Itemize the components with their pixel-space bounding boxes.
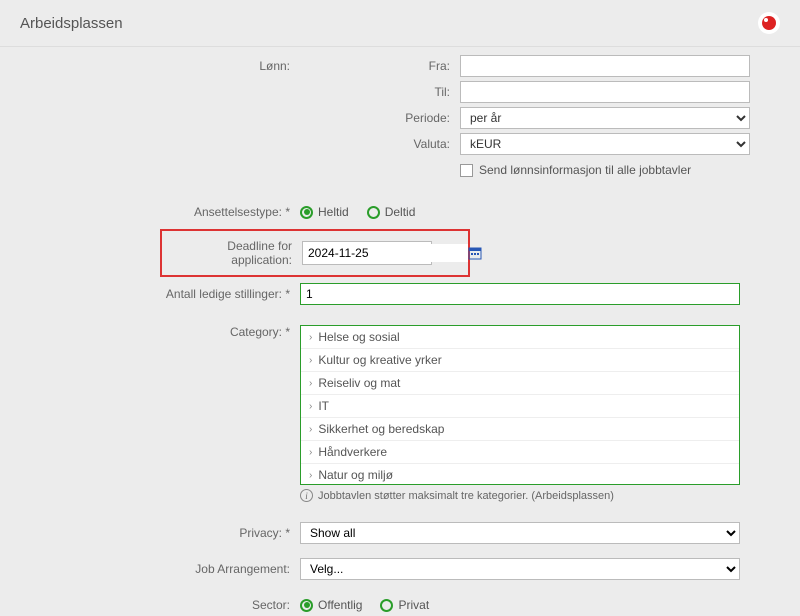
category-item[interactable]: › Natur og miljø bbox=[301, 464, 739, 485]
brand-logo bbox=[758, 12, 780, 34]
chevron-right-icon: › bbox=[309, 355, 312, 366]
category-item[interactable]: › Håndverkere bbox=[301, 441, 739, 464]
employment-parttime-radio[interactable]: Deltid bbox=[367, 205, 416, 219]
salary-send-label: Send lønnsinformasjon til alle jobbtavle… bbox=[479, 163, 691, 177]
deadline-field[interactable] bbox=[302, 241, 432, 265]
salary-from-label: Fra: bbox=[300, 59, 460, 73]
chevron-right-icon: › bbox=[309, 378, 312, 389]
radio-icon bbox=[367, 206, 380, 219]
category-item[interactable]: › Kultur og kreative yrker bbox=[301, 349, 739, 372]
category-info: Jobbtavlen støtter maksimalt tre kategor… bbox=[318, 490, 614, 502]
chevron-right-icon: › bbox=[309, 401, 312, 412]
privacy-select[interactable]: Show all bbox=[300, 522, 740, 544]
category-item-label: Helse og sosial bbox=[318, 330, 399, 344]
category-item-label: Sikkerhet og beredskap bbox=[318, 422, 444, 436]
category-item[interactable]: › Sikkerhet og beredskap bbox=[301, 418, 739, 441]
employment-fulltime-radio[interactable]: Heltid bbox=[300, 205, 349, 219]
salary-from-input[interactable] bbox=[460, 55, 750, 77]
privacy-label: Privacy: * bbox=[30, 526, 300, 540]
radio-icon bbox=[300, 599, 313, 612]
sector-private-radio[interactable]: Privat bbox=[380, 598, 429, 612]
salary-send-checkbox[interactable] bbox=[460, 164, 473, 177]
category-listbox[interactable]: › Helse og sosial › Kultur og kreative yrke… bbox=[300, 325, 740, 485]
vacancies-input[interactable] bbox=[300, 283, 740, 305]
category-item[interactable]: › IT bbox=[301, 395, 739, 418]
sector-label: Sector: bbox=[30, 598, 300, 612]
salary-period-label: Periode: bbox=[300, 111, 460, 125]
page-title: Arbeidsplassen bbox=[20, 15, 123, 32]
page-header: Arbeidsplassen bbox=[0, 0, 800, 47]
deadline-highlight: Deadline for application: bbox=[160, 229, 470, 277]
job-arrangement-select[interactable]: Velg... bbox=[300, 558, 740, 580]
deadline-input[interactable] bbox=[303, 244, 468, 262]
radio-icon bbox=[380, 599, 393, 612]
vacancies-label: Antall ledige stillinger: * bbox=[30, 287, 300, 301]
salary-currency-label: Valuta: bbox=[300, 137, 460, 151]
category-item-label: Natur og miljø bbox=[318, 468, 393, 482]
form-container: Lønn: Fra: Til: Periode: per år Valuta: … bbox=[0, 47, 800, 616]
category-item-label: IT bbox=[318, 399, 329, 413]
category-item[interactable]: › Helse og sosial bbox=[301, 326, 739, 349]
category-label: Category: * bbox=[30, 325, 300, 339]
salary-period-select[interactable]: per år bbox=[460, 107, 750, 129]
radio-icon bbox=[300, 206, 313, 219]
calendar-icon[interactable] bbox=[468, 243, 482, 263]
category-item-label: Reiseliv og mat bbox=[318, 376, 400, 390]
job-arrangement-label: Job Arrangement: bbox=[30, 562, 300, 576]
salary-currency-select[interactable]: kEUR bbox=[460, 133, 750, 155]
chevron-right-icon: › bbox=[309, 470, 312, 481]
chevron-right-icon: › bbox=[309, 424, 312, 435]
salary-to-label: Til: bbox=[300, 85, 460, 99]
info-icon: i bbox=[300, 489, 313, 502]
deadline-label: Deadline for application: bbox=[172, 239, 302, 267]
chevron-right-icon: › bbox=[309, 447, 312, 458]
category-item[interactable]: › Reiseliv og mat bbox=[301, 372, 739, 395]
salary-label: Lønn: bbox=[30, 59, 300, 73]
employment-type-label: Ansettelsestype: * bbox=[30, 205, 300, 219]
salary-to-input[interactable] bbox=[460, 81, 750, 103]
chevron-right-icon: › bbox=[309, 332, 312, 343]
category-item-label: Kultur og kreative yrker bbox=[318, 353, 441, 367]
category-item-label: Håndverkere bbox=[318, 445, 387, 459]
sector-public-radio[interactable]: Offentlig bbox=[300, 598, 362, 612]
